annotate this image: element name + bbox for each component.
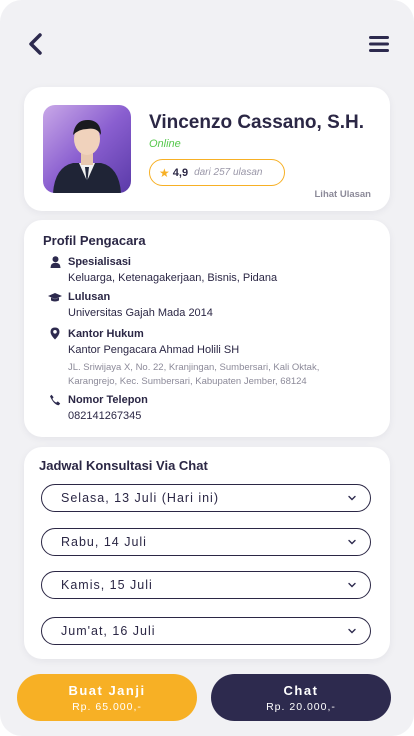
- lawyer-detail-screen: Vincenzo Cassano, S.H. Online ★ 4,9 dari…: [0, 0, 414, 736]
- chevron-down-icon: [348, 539, 356, 545]
- schedule-day-label: Kamis, 15 Juli: [61, 578, 153, 592]
- specialization-item: Spesialisasi Keluarga, Ketenagakerjaan, …: [48, 256, 378, 284]
- appointment-price: Rp. 65.000,-: [72, 700, 142, 713]
- section-title-profile: Profil Pengacara: [43, 233, 146, 248]
- specialization-value: Keluarga, Ketenagakerjaan, Bisnis, Pidan…: [68, 272, 278, 284]
- chevron-down-icon: [348, 582, 356, 588]
- specialization-label: Spesialisasi: [68, 256, 131, 268]
- lawyer-name: Vincenzo Cassano, S.H.: [149, 112, 365, 133]
- office-value: Kantor Pengacara Ahmad Holili SH: [68, 344, 240, 356]
- chevron-left-icon: [29, 33, 42, 55]
- chevron-down-icon: [348, 628, 356, 634]
- schedule-day-label: Rabu, 14 Juli: [61, 535, 147, 549]
- office-address-line2: Karangrejo, Kec. Sumbersari, Kabupaten J…: [68, 376, 307, 387]
- phone-value: 082141267345: [68, 410, 142, 422]
- menu-button[interactable]: [366, 32, 392, 56]
- office-label: Kantor Hukum: [68, 327, 144, 340]
- location-pin-icon: [48, 327, 62, 340]
- appointment-label: Buat Janji: [68, 682, 146, 698]
- chat-button[interactable]: Chat Rp. 20.000,-: [211, 674, 391, 721]
- online-status: Online: [149, 138, 181, 150]
- rating-value: 4,9: [172, 166, 189, 179]
- office-item: Kantor Hukum Kantor Pengacara Ahmad Holi…: [48, 327, 378, 389]
- schedule-day-label: Jum'at, 16 Juli: [61, 624, 156, 638]
- lawyer-profile-card: Profil Pengacara Spesialisasi Keluarga, …: [24, 220, 390, 437]
- star-icon: ★: [159, 165, 170, 180]
- schedule-day-label: Selasa, 13 Juli (Hari ini): [61, 491, 219, 505]
- phone-label: Nomor Telepon: [68, 394, 148, 406]
- see-reviews-link[interactable]: Lihat Ulasan: [315, 189, 372, 200]
- lawyer-avatar: [43, 105, 131, 193]
- chat-price: Rp. 20.000,-: [266, 700, 336, 713]
- graduation-cap-icon: [48, 292, 62, 303]
- rating-badge: ★ 4,9 dari 257 ulasan: [149, 159, 285, 186]
- schedule-day-1[interactable]: Rabu, 14 Juli: [41, 528, 371, 556]
- schedule-day-0[interactable]: Selasa, 13 Juli (Hari ini): [41, 484, 371, 512]
- make-appointment-button[interactable]: Buat Janji Rp. 65.000,-: [17, 674, 197, 721]
- person-icon: [48, 256, 62, 268]
- schedule-card: Jadwal Konsultasi Via Chat Selasa, 13 Ju…: [24, 447, 390, 659]
- schedule-day-3[interactable]: Jum'at, 16 Juli: [41, 617, 371, 645]
- phone-icon: [48, 394, 62, 406]
- chat-label: Chat: [283, 682, 319, 698]
- education-label: Lulusan: [68, 291, 111, 303]
- review-count: dari 257 ulasan: [194, 167, 263, 178]
- back-button[interactable]: [22, 30, 48, 58]
- schedule-day-2[interactable]: Kamis, 15 Juli: [41, 571, 371, 599]
- education-item: Lulusan Universitas Gajah Mada 2014: [48, 291, 378, 319]
- education-value: Universitas Gajah Mada 2014: [68, 307, 213, 319]
- section-title-schedule: Jadwal Konsultasi Via Chat: [39, 458, 208, 473]
- office-address-line1: JL. Sriwijaya X, No. 22, Kranjingan, Sum…: [68, 362, 320, 373]
- hamburger-menu-icon: [369, 36, 389, 52]
- profile-card: Vincenzo Cassano, S.H. Online ★ 4,9 dari…: [24, 87, 390, 211]
- chevron-down-icon: [348, 495, 356, 501]
- office-address: JL. Sriwijaya X, No. 22, Kranjingan, Sum…: [68, 361, 378, 389]
- phone-item: Nomor Telepon 082141267345: [48, 394, 378, 422]
